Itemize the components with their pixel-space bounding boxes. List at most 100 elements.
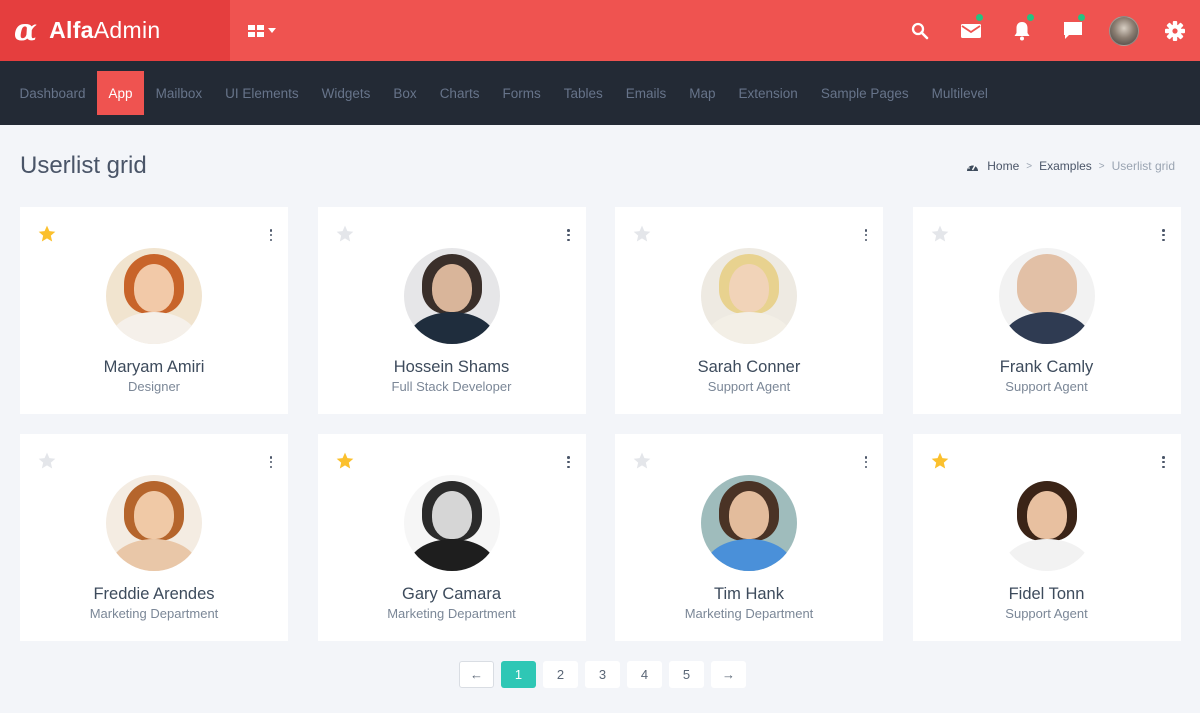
settings-button[interactable] (1149, 0, 1200, 61)
nav-item-box[interactable]: Box (382, 71, 428, 115)
user-card: Freddie Arendes Marketing Department (20, 434, 288, 641)
search-button[interactable] (894, 0, 945, 61)
star-outline-icon[interactable] (37, 451, 57, 471)
dashboard-gauge-icon (966, 161, 979, 172)
chat-button[interactable] (1047, 0, 1098, 61)
user-card: Gary Camara Marketing Department (317, 434, 586, 641)
apps-menu-button[interactable] (230, 0, 294, 61)
pagination-page-5[interactable]: 5 (669, 661, 704, 688)
breadcrumb-current: Userlist grid (1111, 159, 1175, 173)
more-options-icon[interactable] (268, 456, 274, 468)
nav-item-emails[interactable]: Emails (614, 71, 678, 115)
user-name[interactable]: Gary Camara (318, 585, 586, 604)
user-name[interactable]: Maryam Amiri (20, 358, 288, 377)
nav-item-tables[interactable]: Tables (552, 71, 614, 115)
user-avatar (1108, 15, 1139, 46)
user-avatar (403, 475, 500, 571)
user-role: Marketing Department (387, 606, 516, 621)
mail-icon (960, 23, 981, 38)
bell-icon (1014, 21, 1029, 40)
breadcrumb-examples-link[interactable]: Examples (1039, 159, 1092, 173)
user-name[interactable]: Frank Camly (913, 358, 1181, 377)
mail-button[interactable] (945, 0, 996, 61)
user-card: Frank Camly Support Agent (912, 207, 1181, 414)
brand-name-light: Admin (93, 17, 161, 43)
user-avatar (998, 248, 1095, 344)
pagination-page-4[interactable]: 4 (627, 661, 662, 688)
user-menu-button[interactable] (1098, 0, 1149, 61)
alpha-logo-icon: α (14, 12, 38, 48)
user-name[interactable]: Sarah Conner (615, 358, 883, 377)
page-title: Userlist grid (20, 152, 147, 179)
header-actions (894, 0, 1200, 61)
pagination-prev-button[interactable]: ← (459, 661, 494, 688)
user-card: Maryam Amiri Designer (20, 207, 288, 414)
page-header: Userlist grid Home > Examples > Userlist… (0, 125, 1200, 207)
brand-logo[interactable]: α Alfa Admin (0, 0, 230, 61)
nav-item-extension[interactable]: Extension (727, 71, 809, 115)
user-avatar (403, 248, 500, 344)
star-filled-icon[interactable] (930, 451, 950, 471)
brand-name-bold: Alfa (49, 17, 94, 43)
pagination-page-2[interactable]: 2 (543, 661, 578, 688)
more-options-icon[interactable] (566, 229, 572, 241)
star-filled-icon[interactable] (335, 451, 355, 471)
nav-item-dashboard[interactable]: Dashboard (8, 71, 97, 115)
main-nav: Dashboard App Mailbox UI Elements Widget… (0, 61, 1200, 125)
nav-item-multilevel[interactable]: Multilevel (920, 71, 999, 115)
user-card: Hossein Shams Full Stack Developer (317, 207, 586, 414)
apps-grid-icon (248, 24, 264, 37)
user-avatar (106, 248, 202, 344)
chevron-down-icon (268, 28, 276, 33)
chat-notification-dot (1078, 14, 1085, 21)
nav-item-forms[interactable]: Forms (491, 71, 552, 115)
user-avatar (998, 475, 1095, 571)
user-name[interactable]: Fidel Tonn (913, 585, 1181, 604)
star-outline-icon[interactable] (632, 224, 652, 244)
pagination-next-button[interactable]: → (711, 661, 746, 688)
gear-icon (1164, 20, 1185, 41)
more-options-icon[interactable] (863, 229, 869, 241)
star-outline-icon[interactable] (335, 224, 355, 244)
breadcrumb-separator: > (1026, 160, 1033, 172)
breadcrumb: Home > Examples > Userlist grid (966, 159, 1175, 173)
more-options-icon[interactable] (1161, 229, 1167, 241)
chat-icon (1063, 22, 1082, 39)
user-name[interactable]: Freddie Arendes (20, 585, 288, 604)
user-card: Fidel Tonn Support Agent (912, 434, 1181, 641)
user-name[interactable]: Hossein Shams (318, 358, 586, 377)
nav-item-ui-elements[interactable]: UI Elements (214, 71, 311, 115)
more-options-icon[interactable] (1161, 456, 1167, 468)
pagination: ← 1 2 3 4 5 → (0, 661, 1200, 688)
nav-item-charts[interactable]: Charts (428, 71, 491, 115)
search-icon (911, 22, 928, 39)
user-avatar (701, 475, 797, 571)
user-role: Support Agent (1005, 379, 1088, 394)
more-options-icon[interactable] (268, 229, 274, 241)
notifications-button[interactable] (996, 0, 1047, 61)
user-name[interactable]: Tim Hank (615, 585, 883, 604)
user-role: Marketing Department (684, 606, 814, 621)
pagination-page-3[interactable]: 3 (585, 661, 620, 688)
user-role: Full Stack Developer (391, 379, 512, 394)
nav-item-app[interactable]: App (97, 71, 145, 115)
breadcrumb-home-link[interactable]: Home (987, 159, 1019, 173)
user-grid: Maryam Amiri Designer Hossein Shams Full St… (0, 207, 1200, 641)
nav-item-widgets[interactable]: Widgets (310, 71, 382, 115)
user-role: Support Agent (1005, 606, 1088, 621)
breadcrumb-separator: > (1098, 160, 1105, 172)
user-role: Marketing Department (89, 606, 219, 621)
star-outline-icon[interactable] (632, 451, 652, 471)
top-header: α Alfa Admin (0, 0, 1200, 61)
bell-notification-dot (1027, 14, 1034, 21)
user-avatar (701, 248, 797, 344)
nav-item-sample-pages[interactable]: Sample Pages (809, 71, 920, 115)
user-role: Designer (127, 379, 181, 394)
star-filled-icon[interactable] (37, 224, 57, 244)
pagination-page-1[interactable]: 1 (501, 661, 536, 688)
nav-item-mailbox[interactable]: Mailbox (144, 71, 214, 115)
star-outline-icon[interactable] (930, 224, 950, 244)
more-options-icon[interactable] (566, 456, 572, 468)
more-options-icon[interactable] (863, 456, 869, 468)
nav-item-map[interactable]: Map (678, 71, 727, 115)
